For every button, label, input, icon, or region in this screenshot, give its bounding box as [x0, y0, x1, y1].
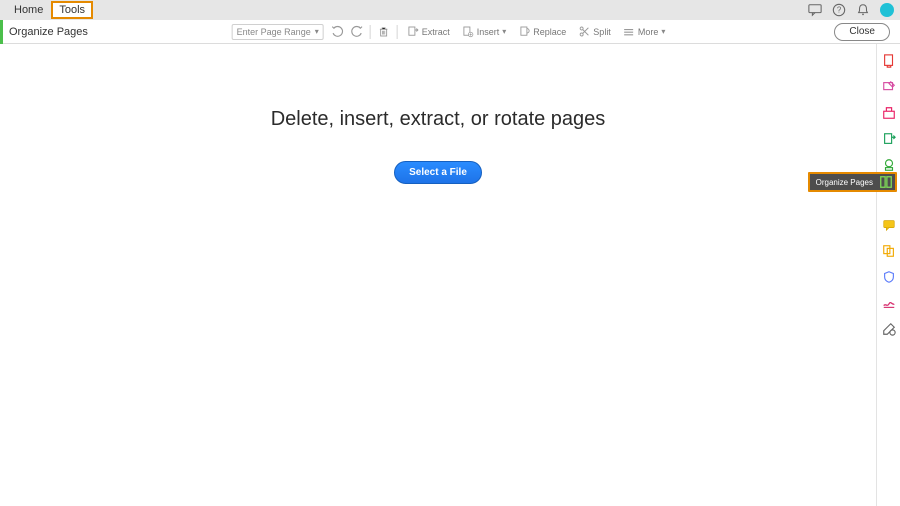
page-range-input[interactable]: Enter Page Range ▾ — [232, 24, 324, 40]
main-area: Delete, insert, extract, or rotate pages… — [0, 44, 876, 506]
organize-pages-tooltip[interactable]: Organize Pages — [808, 172, 897, 192]
toolbar-title: Organize Pages — [3, 26, 88, 38]
toolbar-center: Enter Page Range ▾ Extract Insert ▾ Repl… — [232, 24, 669, 40]
extract-label: Extract — [422, 27, 450, 37]
edit-pdf-icon[interactable] — [882, 80, 896, 94]
top-right-icons: ? — [808, 3, 894, 17]
organize-pages-icon — [879, 175, 893, 189]
comment-icon[interactable] — [882, 218, 896, 232]
chat-icon[interactable] — [808, 3, 822, 17]
extract-button[interactable]: Extract — [404, 25, 453, 38]
divider — [397, 25, 398, 39]
more-tools-icon[interactable] — [882, 322, 896, 336]
create-pdf-icon[interactable] — [882, 54, 896, 68]
replace-label: Replace — [533, 27, 566, 37]
tab-home[interactable]: Home — [6, 1, 51, 19]
protect-icon[interactable] — [882, 270, 896, 284]
more-label: More — [638, 27, 659, 37]
chevron-down-icon: ▾ — [502, 27, 506, 36]
chevron-down-icon: ▾ — [661, 27, 665, 36]
help-icon[interactable]: ? — [832, 3, 846, 17]
stamp-icon[interactable] — [882, 158, 896, 172]
trash-icon[interactable] — [377, 25, 391, 39]
select-file-button[interactable]: Select a File — [394, 161, 482, 184]
page-headline: Delete, insert, extract, or rotate pages — [271, 108, 606, 131]
right-sidebar — [876, 44, 900, 506]
organize-pages-label: Organize Pages — [816, 178, 873, 187]
svg-text:?: ? — [837, 6, 842, 15]
top-tabs: Home Tools — [6, 1, 93, 19]
chevron-down-icon: ▾ — [315, 27, 319, 36]
bell-icon[interactable] — [856, 3, 870, 17]
divider — [370, 25, 371, 39]
combine-icon[interactable] — [882, 244, 896, 258]
insert-button[interactable]: Insert ▾ — [459, 25, 510, 38]
share-icon[interactable] — [882, 132, 896, 146]
toolbar: Organize Pages Enter Page Range ▾ Extrac… — [0, 20, 900, 44]
close-button[interactable]: Close — [834, 23, 890, 41]
rotate-right-icon[interactable] — [350, 25, 364, 39]
avatar[interactable] — [880, 3, 894, 17]
export-pdf-icon[interactable] — [882, 106, 896, 120]
rotate-left-icon[interactable] — [330, 25, 344, 39]
sign-icon[interactable] — [882, 296, 896, 310]
tab-tools[interactable]: Tools — [51, 1, 93, 19]
page-range-placeholder: Enter Page Range — [237, 27, 311, 37]
more-button[interactable]: More ▾ — [620, 26, 669, 38]
insert-label: Insert — [477, 27, 500, 37]
split-button[interactable]: Split — [575, 25, 614, 38]
replace-button[interactable]: Replace — [515, 25, 569, 38]
top-bar: Home Tools ? — [0, 0, 900, 20]
split-label: Split — [593, 27, 611, 37]
